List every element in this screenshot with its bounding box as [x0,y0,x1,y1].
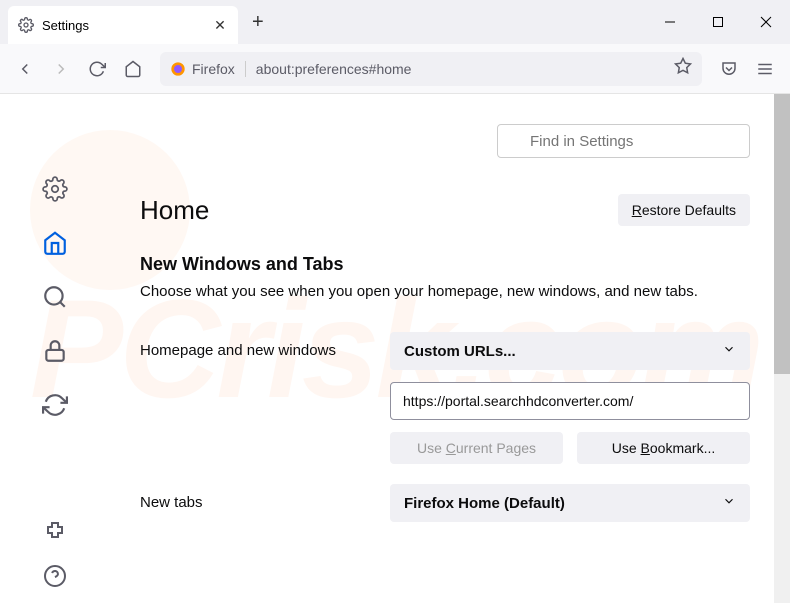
gear-icon [18,17,34,33]
reload-button[interactable] [80,52,114,86]
sidebar-sync-icon[interactable] [40,390,70,420]
firefox-icon [170,61,186,77]
sidebar-privacy-icon[interactable] [40,336,70,366]
sidebar [0,94,110,603]
identity-box[interactable]: Firefox [170,61,246,77]
homepage-label: Homepage and new windows [140,332,390,359]
new-tab-button[interactable]: + [252,11,264,34]
main-panel: Home Restore Defaults New Windows and Ta… [110,94,790,603]
sidebar-general-icon[interactable] [40,174,70,204]
use-current-pages-button[interactable]: Use Current Pages [390,432,563,464]
chevron-down-icon [722,494,736,512]
restore-defaults-button[interactable]: Restore Defaults [618,194,750,226]
sidebar-search-icon[interactable] [40,282,70,312]
vertical-scrollbar[interactable] [774,94,790,603]
back-button[interactable] [8,52,42,86]
close-window-button[interactable] [742,0,790,44]
toolbar: Firefox about:preferences#home [0,44,790,94]
url-bar[interactable]: Firefox about:preferences#home [160,52,702,86]
section-description: Choose what you see when you open your h… [140,283,750,300]
newtabs-label: New tabs [140,484,390,511]
homepage-select-value: Custom URLs... [404,343,516,360]
browser-tab[interactable]: Settings ✕ [8,6,238,44]
home-button[interactable] [116,52,150,86]
content-area: Home Restore Defaults New Windows and Ta… [0,94,790,603]
newtabs-select[interactable]: Firefox Home (Default) [390,484,750,522]
pocket-button[interactable] [712,52,746,86]
page-title: Home [140,195,209,226]
newtabs-select-value: Firefox Home (Default) [404,495,565,512]
homepage-select[interactable]: Custom URLs... [390,332,750,370]
forward-button[interactable] [44,52,78,86]
sidebar-home-icon[interactable] [40,228,70,258]
minimize-button[interactable] [646,0,694,44]
close-icon[interactable]: ✕ [212,17,228,33]
chevron-down-icon [722,342,736,360]
find-settings-input[interactable] [497,124,750,158]
section-title: New Windows and Tabs [140,254,750,275]
maximize-button[interactable] [694,0,742,44]
sidebar-extensions-icon[interactable] [40,517,70,547]
window-titlebar: Settings ✕ + [0,0,790,44]
window-controls [646,0,790,44]
homepage-url-input[interactable] [390,382,750,420]
identity-label: Firefox [192,61,235,77]
find-settings-wrap [497,124,750,158]
sidebar-help-icon[interactable] [40,561,70,591]
menu-button[interactable] [748,52,782,86]
tab-title: Settings [42,18,212,33]
url-text: about:preferences#home [256,61,412,77]
scrollbar-thumb[interactable] [774,94,790,374]
use-bookmark-button[interactable]: Use Bookmark... [577,432,750,464]
bookmark-star-icon[interactable] [674,57,692,80]
